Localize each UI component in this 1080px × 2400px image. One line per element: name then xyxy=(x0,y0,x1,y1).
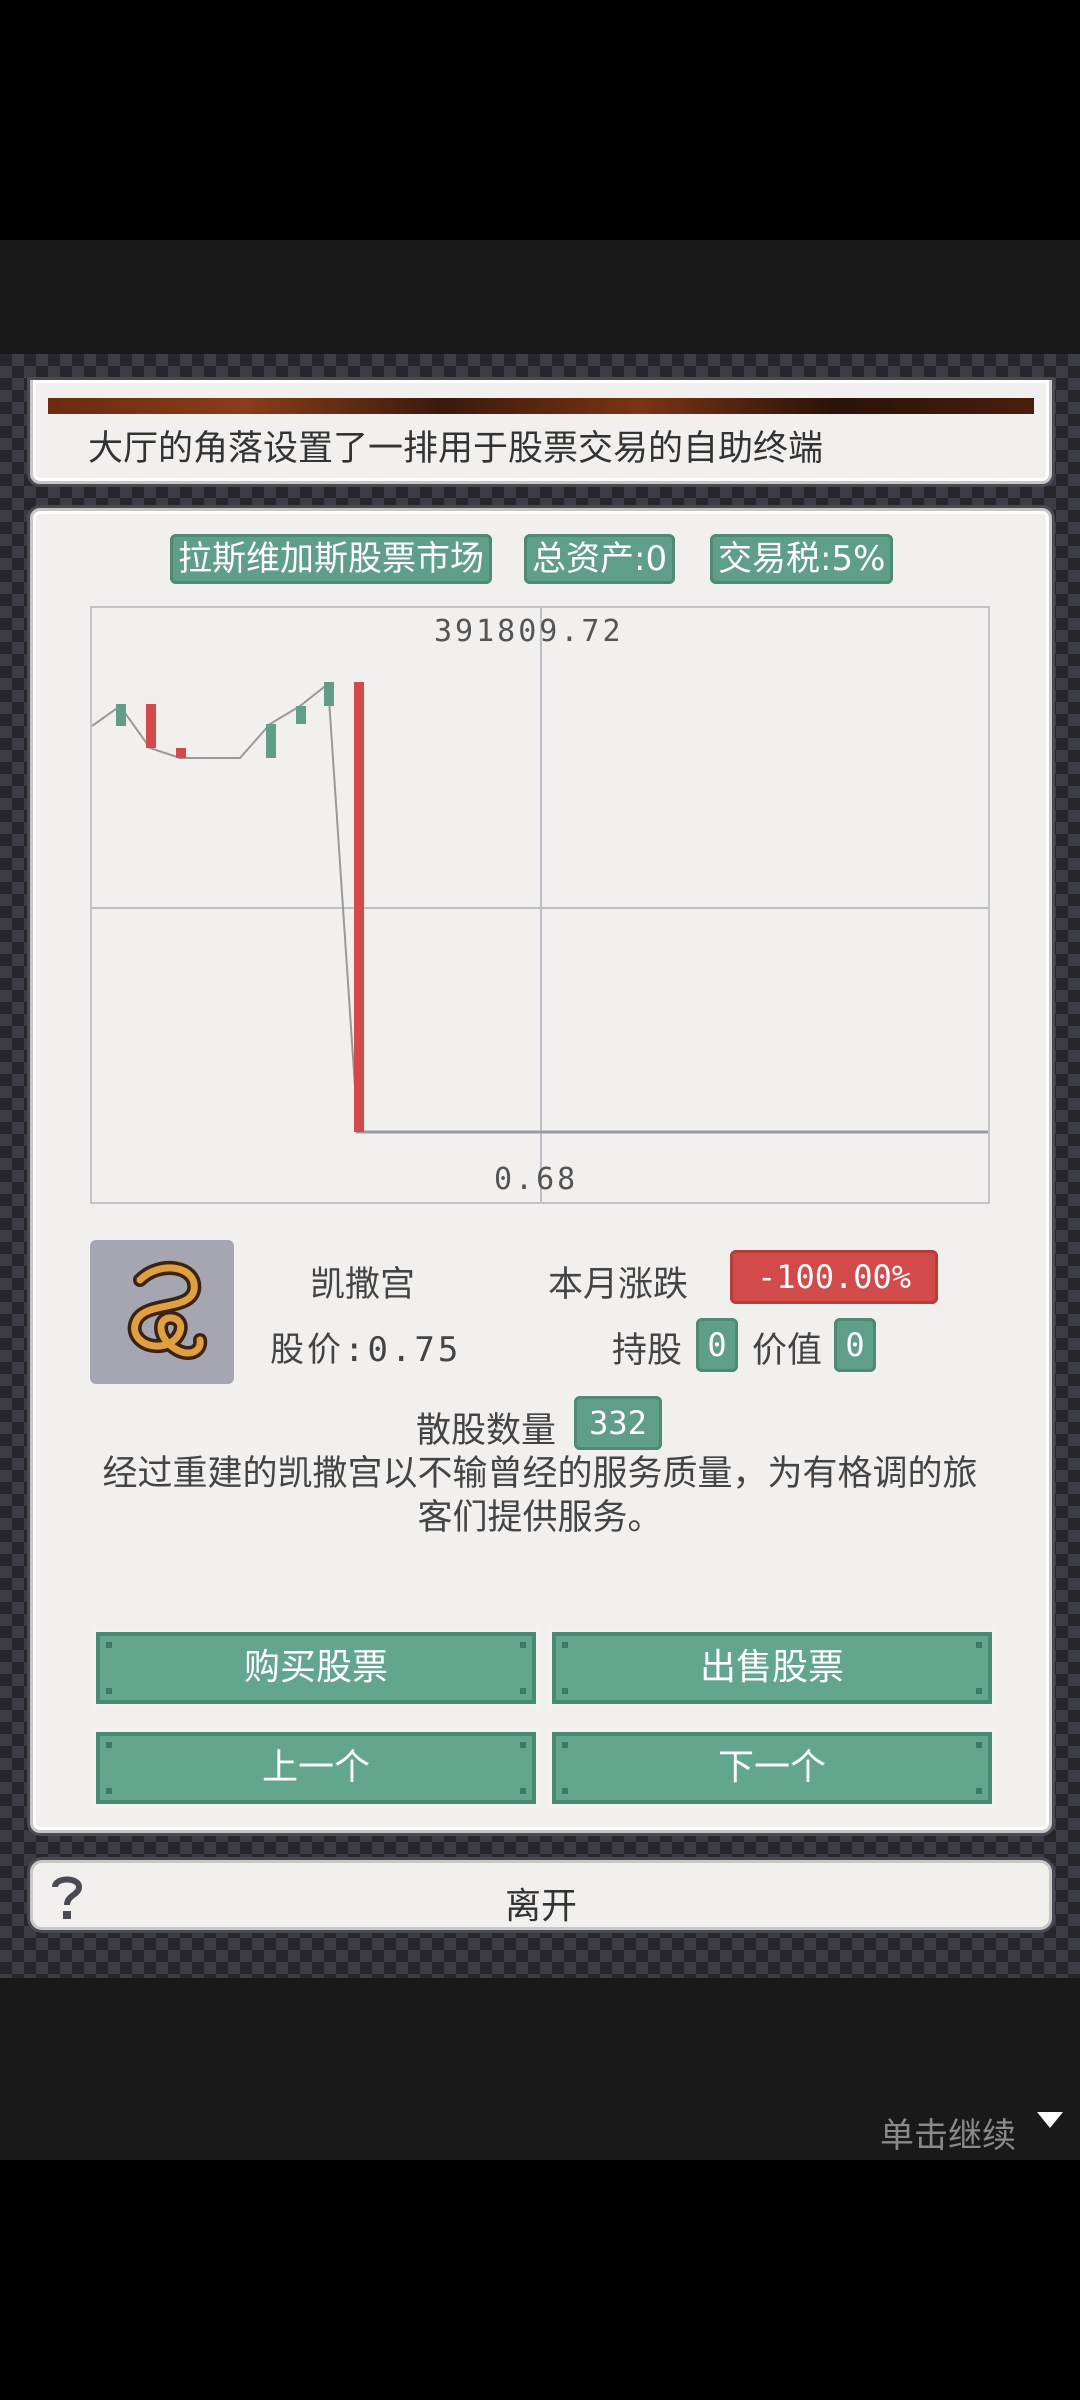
float-shares-badge: 332 xyxy=(574,1396,662,1450)
leave-label: 离开 xyxy=(504,1886,577,1927)
next-button[interactable]: 下一个 xyxy=(548,1728,996,1808)
stock-name: 凯撒宫 xyxy=(310,1265,416,1305)
corner-dot xyxy=(106,1742,112,1748)
holdings-badge: 0 xyxy=(696,1318,738,1372)
corner-dot xyxy=(106,1788,112,1794)
corner-dot xyxy=(520,1688,526,1694)
value-badge: 0 xyxy=(834,1318,876,1372)
corner-dot xyxy=(976,1642,982,1648)
previous-button[interactable]: 上一个 xyxy=(92,1728,540,1808)
corner-dot xyxy=(520,1742,526,1748)
value-label: 价值 xyxy=(752,1331,823,1371)
float-shares-label: 散股数量 xyxy=(416,1411,557,1451)
corner-dot xyxy=(976,1688,982,1694)
candle-6 xyxy=(324,682,334,706)
monthly-change-label: 本月涨跌 xyxy=(548,1265,689,1305)
monthly-change-badge: -100.00% xyxy=(730,1250,938,1304)
corner-dot xyxy=(976,1788,982,1794)
chart-svg xyxy=(91,608,988,1202)
candle-1 xyxy=(116,704,126,726)
candle-4 xyxy=(266,724,276,758)
buy-stock-label: 购买股票 xyxy=(243,1647,388,1688)
corner-dot xyxy=(562,1788,568,1794)
corner-dot xyxy=(106,1688,112,1694)
candle-5 xyxy=(296,706,306,724)
leave-button[interactable]: 离开 xyxy=(30,1860,1052,1930)
buy-stock-button[interactable]: 购买股票 xyxy=(92,1628,540,1708)
sell-stock-button[interactable]: 出售股票 xyxy=(548,1628,996,1708)
corner-dot xyxy=(562,1642,568,1648)
candle-2 xyxy=(146,704,156,748)
corner-dot xyxy=(976,1742,982,1748)
tax-chip: 交易税:5% xyxy=(710,534,894,584)
chart-max-label: 391809.72 xyxy=(434,614,624,649)
stock-description: 经过重建的凯撒宫以不输曾经的服务质量，为有格调的旅客们提供服务。 xyxy=(102,1454,978,1538)
tap-to-continue[interactable]: 单击继续 xyxy=(880,2108,1063,2157)
continue-label: 单击继续 xyxy=(880,2116,1016,2156)
stock-price: 股价:0.75 xyxy=(270,1330,462,1370)
market-name-chip: 拉斯维加斯股票市场 xyxy=(170,534,492,584)
chart-min-label: 0.68 xyxy=(494,1162,579,1197)
snake-icon xyxy=(127,1260,208,1361)
sell-stock-label: 出售股票 xyxy=(699,1647,844,1688)
corner-dot xyxy=(520,1788,526,1794)
corner-dot xyxy=(106,1642,112,1648)
intro-image xyxy=(48,398,1034,414)
stock-icon-box xyxy=(90,1240,234,1384)
candle-3 xyxy=(176,748,186,758)
previous-label: 上一个 xyxy=(261,1747,370,1788)
price-chart: 391809.72 0.68 xyxy=(90,606,990,1204)
corner-dot xyxy=(520,1642,526,1648)
total-assets-chip: 总资产:0 xyxy=(524,534,676,584)
next-label: 下一个 xyxy=(717,1747,826,1788)
triangle-down-icon xyxy=(1036,2112,1063,2128)
top-band xyxy=(0,240,1080,354)
corner-dot xyxy=(562,1688,568,1694)
corner-dot xyxy=(562,1742,568,1748)
candle-7 xyxy=(354,682,364,1132)
intro-text: 大厅的角落设置了一排用于股票交易的自助终端 xyxy=(88,429,824,469)
holdings-label: 持股 xyxy=(612,1331,683,1371)
